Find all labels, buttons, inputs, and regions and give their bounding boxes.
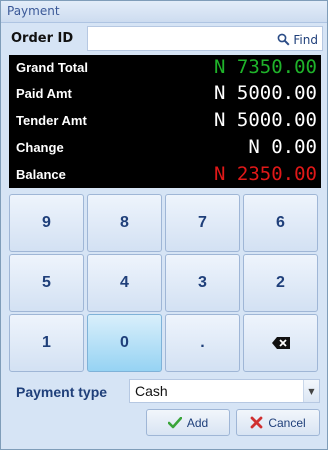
key-9[interactable]: 9	[9, 194, 84, 252]
payment-type-value: Cash	[135, 383, 168, 399]
summary-row-grand-total: Grand Total N 7350.00	[9, 55, 321, 81]
cancel-button-label: Cancel	[268, 415, 306, 430]
key-8[interactable]: 8	[87, 194, 162, 252]
key-backspace[interactable]	[243, 314, 318, 372]
key-4[interactable]: 4	[87, 254, 162, 312]
tender-amt-label: Tender Amt	[16, 113, 87, 128]
check-icon	[167, 416, 182, 428]
find-label: Find	[293, 32, 318, 47]
change-value: N 0.00	[248, 136, 317, 158]
order-id-row: Order ID Find	[5, 26, 323, 52]
add-button[interactable]: Add	[146, 409, 230, 436]
change-label: Change	[16, 140, 64, 155]
key-decimal[interactable]: .	[165, 314, 240, 372]
backspace-icon	[271, 337, 290, 349]
window-title: Payment	[7, 4, 60, 18]
summary-row-paid-amt: Paid Amt N 5000.00	[9, 81, 321, 107]
payment-type-select[interactable]: Cash ▼	[129, 379, 320, 403]
cancel-button[interactable]: Cancel	[236, 409, 320, 436]
cancel-x-icon	[250, 416, 263, 429]
summary-row-change: Change N 0.00	[9, 135, 321, 161]
order-id-input[interactable]: Find	[87, 26, 323, 51]
add-button-label: Add	[186, 415, 209, 430]
order-id-label: Order ID	[11, 31, 74, 46]
summary-row-balance: Balance N 2350.00	[9, 162, 321, 188]
key-2[interactable]: 2	[243, 254, 318, 312]
payment-summary: Grand Total N 7350.00 Paid Amt N 5000.00…	[9, 55, 321, 188]
grand-total-label: Grand Total	[16, 60, 88, 75]
dropdown-arrow-icon[interactable]: ▼	[303, 380, 319, 402]
grand-total-value: N 7350.00	[214, 56, 317, 78]
paid-amt-label: Paid Amt	[16, 86, 72, 101]
numeric-keypad: 9 8 7 6 5 4 3 2 1 0 .	[9, 194, 321, 373]
paid-amt-value: N 5000.00	[214, 82, 317, 104]
find-button[interactable]: Find	[277, 31, 318, 48]
balance-value: N 2350.00	[214, 163, 317, 185]
key-7[interactable]: 7	[165, 194, 240, 252]
title-bar: Payment	[1, 1, 327, 23]
search-icon	[278, 33, 290, 46]
payment-type-label: Payment type	[16, 384, 108, 400]
payment-window: Payment Order ID Find Grand Total N 7350…	[0, 0, 328, 450]
tender-amt-value: N 5000.00	[214, 109, 317, 131]
key-3[interactable]: 3	[165, 254, 240, 312]
summary-row-tender-amt: Tender Amt N 5000.00	[9, 108, 321, 134]
key-0[interactable]: 0	[87, 314, 162, 372]
key-1[interactable]: 1	[9, 314, 84, 372]
balance-label: Balance	[16, 167, 66, 182]
key-6[interactable]: 6	[243, 194, 318, 252]
key-5[interactable]: 5	[9, 254, 84, 312]
